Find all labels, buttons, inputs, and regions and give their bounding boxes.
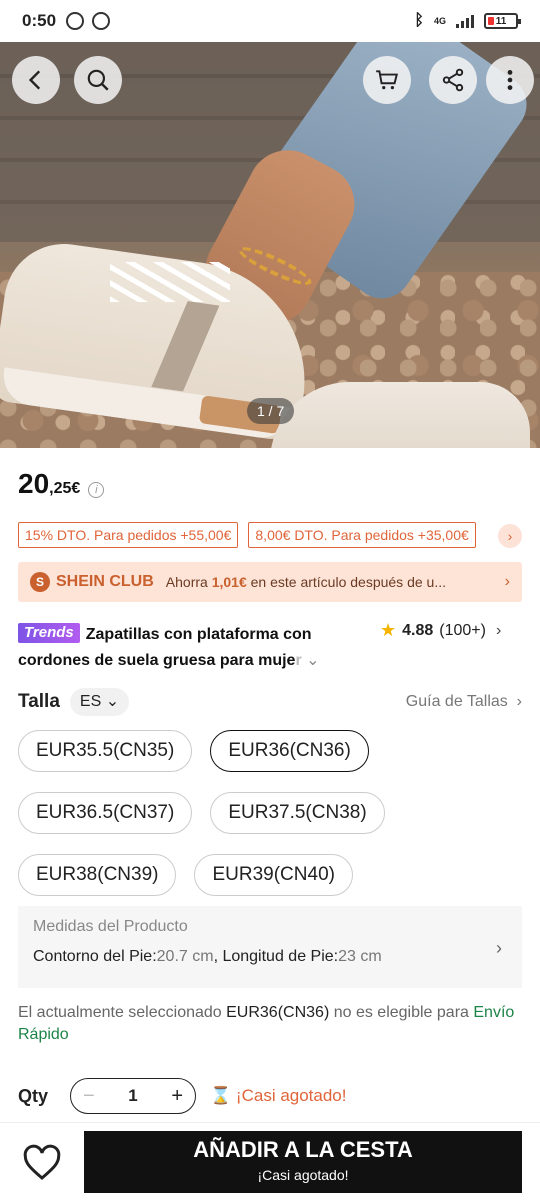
shein-club-logo: S [30, 572, 50, 592]
product-measurements[interactable]: Medidas del Producto Contorno del Pie:20… [18, 906, 522, 988]
more-options-button[interactable] [486, 56, 534, 104]
network-type: 4G [433, 15, 446, 26]
bottom-bar: AÑADIR A LA CESTA ¡Casi agotado! [0, 1122, 540, 1200]
search-button[interactable] [74, 56, 122, 104]
size-header: Talla ES ⌄ Guía de Tallas › [18, 688, 522, 716]
measurements-header: Medidas del Producto [33, 918, 188, 935]
measurements-values: Contorno del Pie:20.7 cm, Longitud de Pi… [33, 948, 382, 965]
product-title[interactable]: Trends Zapatillas con plataforma con cord… [18, 622, 358, 674]
quantity-row: Qty − 1 + ⌛ ¡Casi agotado! [18, 1078, 347, 1114]
chevron-right-icon: › [496, 938, 502, 958]
size-options: EUR35.5(CN35) EUR36(CN36) EUR36.5(CN37) … [18, 730, 522, 896]
quantity-value: 1 [128, 1086, 138, 1105]
price: 20 ,25€ i [18, 468, 105, 500]
add-to-cart-button[interactable]: AÑADIR A LA CESTA ¡Casi agotado! [84, 1131, 522, 1193]
alarm-icon [66, 12, 85, 30]
chevron-down-icon[interactable]: ⌄ [306, 652, 319, 669]
chevron-right-icon: › [495, 621, 502, 639]
cart-icon [376, 70, 398, 90]
shein-club-banner[interactable]: S SHEIN CLUB Ahorra 1,01€ en este artícu… [18, 562, 522, 602]
low-stock-warning: ⌛ ¡Casi agotado! [210, 1086, 347, 1105]
chevron-right-icon[interactable]: › [498, 524, 522, 548]
price-main: 20 [18, 468, 50, 499]
size-option[interactable]: EUR38(CN39) [18, 854, 177, 896]
size-region-select[interactable]: ES ⌄ [69, 688, 130, 716]
size-option[interactable]: EUR39(CN40) [194, 854, 353, 896]
review-count: (100+) [439, 621, 486, 639]
size-option-selected[interactable]: EUR36(CN36) [210, 730, 369, 772]
status-bar: 0:50 ᛒ 4G 11 [0, 0, 540, 42]
back-arrow-icon [28, 70, 41, 90]
size-option[interactable]: EUR37.5(CN38) [210, 792, 385, 834]
trends-badge: Trends [18, 623, 80, 643]
coupon[interactable]: 8,00€ DTO. Para pedidos +35,00€ [248, 522, 476, 548]
price-cents: ,25€ [49, 480, 81, 497]
decrement-button[interactable]: − [83, 1085, 95, 1108]
shipping-notice: El actualmente seleccionado EUR36(CN36) … [18, 1004, 515, 1043]
image-pager: 1 / 7 [247, 398, 295, 424]
wishlist-heart-icon[interactable] [22, 1143, 62, 1183]
bluetooth-icon: ᛒ [414, 12, 424, 29]
qty-label: Qty [18, 1085, 49, 1106]
add-to-cart-sublabel: ¡Casi agotado! [257, 1167, 349, 1183]
back-button[interactable] [12, 56, 60, 104]
clock: 0:50 [22, 11, 57, 30]
coupon[interactable]: 15% DTO. Para pedidos +55,00€ [18, 522, 239, 548]
battery-level: 11 [495, 15, 507, 27]
increment-button[interactable]: + [171, 1085, 183, 1108]
club-name: SHEIN CLUB [56, 573, 154, 590]
hourglass-icon: ⌛ [210, 1086, 232, 1105]
share-button[interactable] [429, 56, 477, 104]
more-vertical-icon [507, 70, 513, 90]
search-icon [87, 69, 109, 91]
rating-value: 4.88 [402, 621, 434, 639]
cart-button[interactable] [363, 56, 411, 104]
size-label: Talla [18, 691, 60, 712]
chevron-down-icon: ⌄ [105, 693, 120, 710]
whatsapp-icon [92, 12, 111, 30]
battery-icon: 11 [484, 13, 521, 29]
add-to-cart-label: AÑADIR A LA CESTA [193, 1137, 413, 1162]
coupon-list: 15% DTO. Para pedidos +55,00€ 8,00€ DTO.… [18, 522, 476, 548]
quantity-stepper[interactable]: − 1 + [70, 1078, 197, 1114]
info-icon[interactable]: i [88, 482, 105, 498]
size-option[interactable]: EUR35.5(CN35) [18, 730, 193, 772]
signal-icon [456, 14, 474, 28]
star-icon: ★ [380, 620, 397, 640]
share-icon [442, 68, 464, 92]
size-option[interactable]: EUR36.5(CN37) [18, 792, 193, 834]
club-text: Ahorra 1,01€ en este artículo después de… [165, 574, 446, 590]
chevron-right-icon: › [504, 573, 510, 590]
rating[interactable]: ★ 4.88 (100+) › [380, 620, 501, 641]
size-guide-link[interactable]: Guía de Tallas › [406, 693, 522, 711]
